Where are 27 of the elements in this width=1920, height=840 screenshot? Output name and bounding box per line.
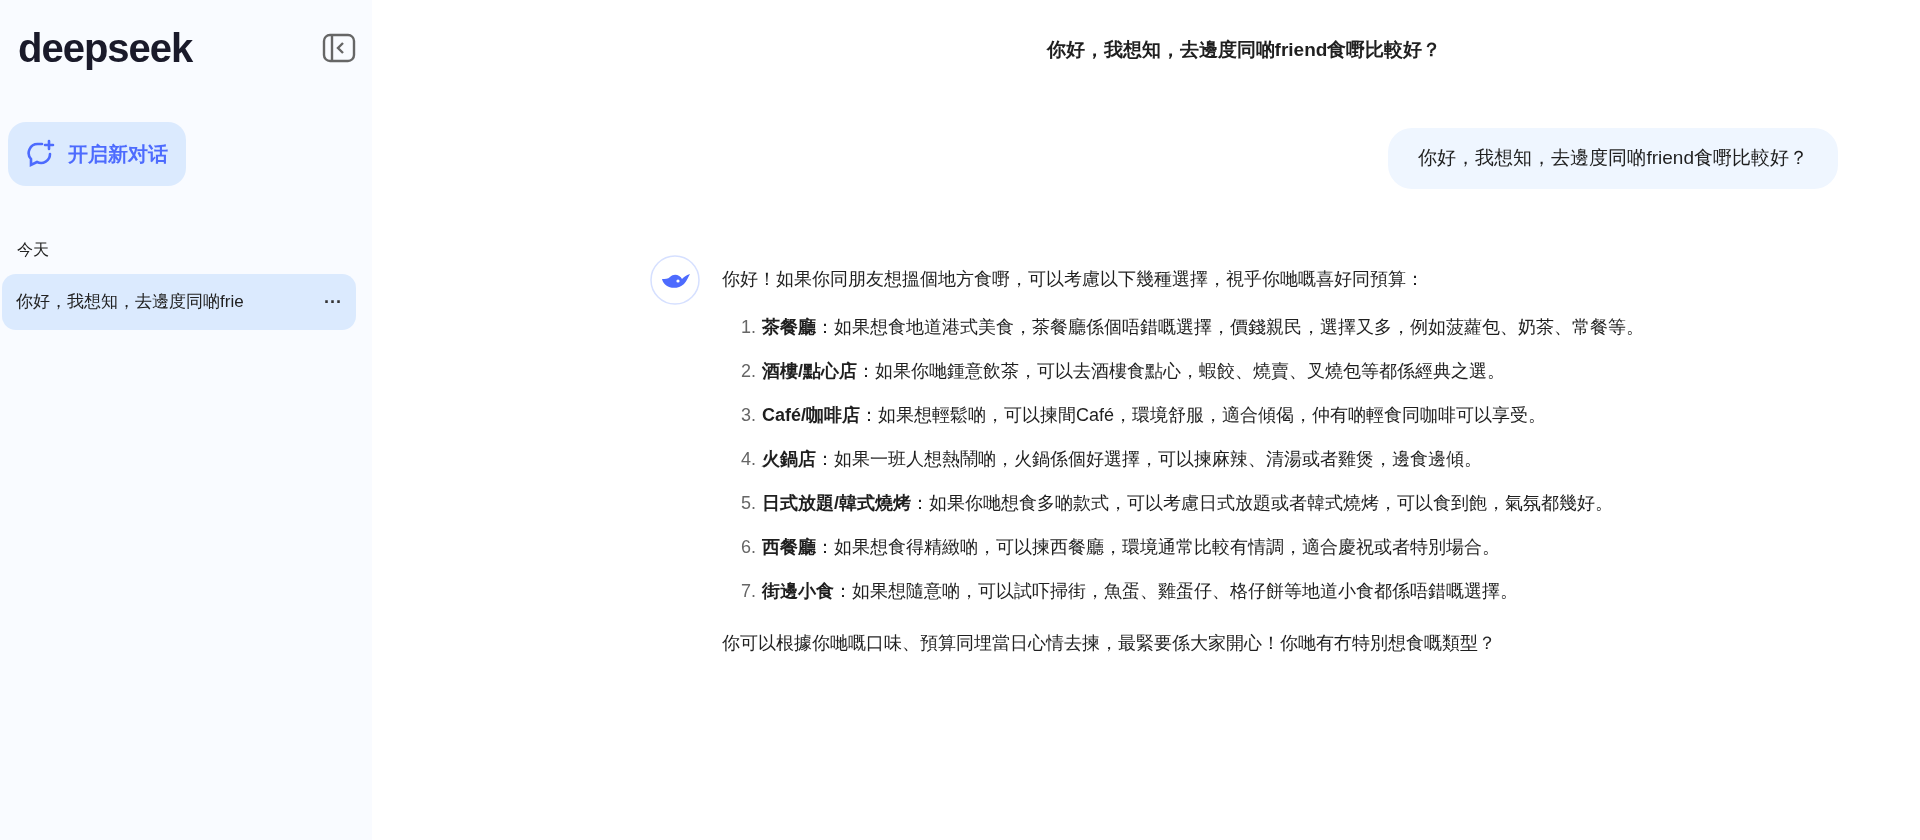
conversation-item[interactable]: 你好，我想知，去邊度同啲frie ··· [2, 274, 356, 330]
list-item-text: 西餐廳：如果想食得精緻啲，可以揀西餐廳，環境通常比較有情調，適合慶祝或者特別場合。 [762, 535, 1501, 559]
list-number: 3. [740, 403, 756, 427]
list-number: 4. [740, 447, 756, 471]
chat-title: 你好，我想知，去邊度同啲friend食嘢比較好？ [1046, 37, 1442, 62]
assistant-closing: 你可以根據你哋嘅口味、預算同埋當日心情去揀，最緊要係大家開心！你哋有冇特別想食嘅類型？ [722, 631, 1497, 655]
user-message: 你好，我想知，去邊度同啲friend食嘢比較好？ [1388, 128, 1838, 189]
assistant-intro: 你好！如果你同朋友想搵個地方食嘢，可以考慮以下幾種選擇，視乎你哋嘅喜好同預算： [722, 267, 1425, 291]
list-number: 7. [740, 579, 756, 603]
list-item-text: Café/咖啡店：如果想輕鬆啲，可以揀間Café，環境舒服，適合傾偈，仲有啲輕食同咖啡可以享受。 [762, 403, 1548, 427]
list-item-text: 日式放題/韓式燒烤：如果你哋想食多啲款式，可以考慮日式放題或者韓式燒烤，可以食到飽，氣氛都幾好。 [762, 491, 1614, 515]
section-label: 今天 [16, 240, 50, 260]
more-button[interactable]: ··· [324, 288, 342, 316]
logo: deepseek [18, 28, 193, 68]
list-item-text: 街邊小食：如果想隨意啲，可以試吓掃街，魚蛋、雞蛋仔、格仔餅等地道小食都係唔錯嘅選擇。 [762, 579, 1519, 603]
new-chat-button[interactable]: 开启新对话 [8, 122, 186, 186]
list-number: 2. [740, 359, 756, 383]
list-item-text: 酒樓/點心店：如果你哋鍾意飲茶，可以去酒樓食點心，蝦餃、燒賣、叉燒包等都係經典之選。 [762, 359, 1506, 383]
sidebar-collapse-icon[interactable] [322, 33, 356, 63]
list-number: 6. [740, 535, 756, 559]
chat-plus-icon [26, 139, 56, 169]
list-number: 1. [740, 315, 756, 339]
list-number: 5. [740, 491, 756, 515]
list-item-text: 火鍋店：如果一班人想熱鬧啲，火鍋係個好選擇，可以揀麻辣、清湯或者雞煲，邊食邊傾。 [762, 447, 1483, 471]
list-item-text: 茶餐廳：如果想食地道港式美食，茶餐廳係個唔錯嘅選擇，價錢親民，選擇又多，例如菠蘿包、奶茶、常餐等。 [762, 315, 1644, 339]
whale-avatar-icon [650, 254, 700, 305]
conversation-title: 你好，我想知，去邊度同啲frie [16, 291, 244, 314]
